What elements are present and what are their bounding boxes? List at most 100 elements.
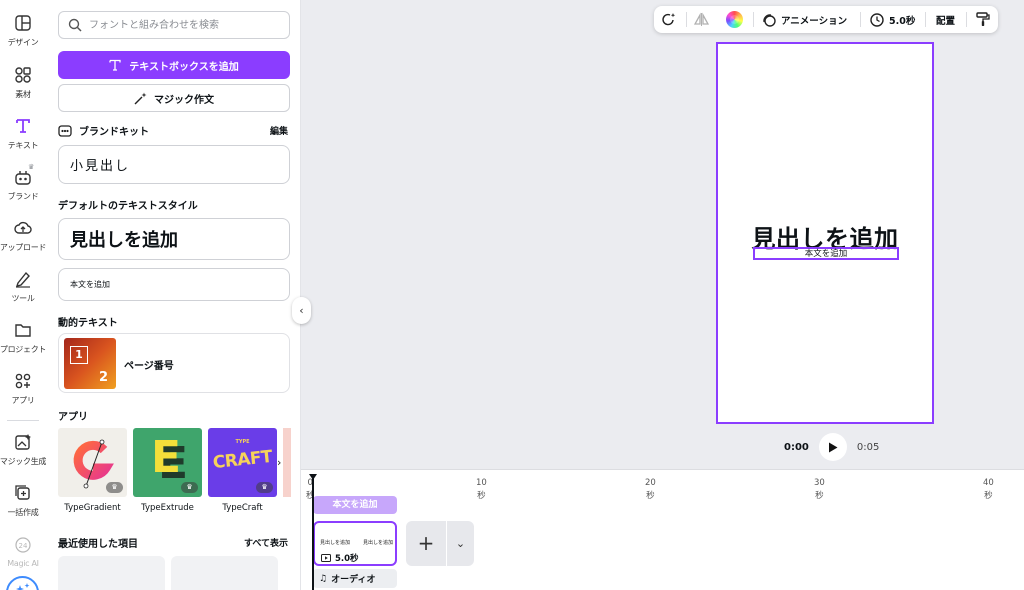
- add-heading-style[interactable]: 見出しを追加: [58, 218, 290, 260]
- toolbar-divider: [686, 12, 687, 27]
- page-number-thumbnail: 1 2: [64, 338, 116, 389]
- app-name: TypeExtrude: [141, 503, 194, 513]
- typecraft-word: CRAFT: [211, 446, 274, 474]
- page-options-button[interactable]: ⌄: [447, 521, 474, 566]
- app-typeextrude[interactable]: E E ♛ TypeExtrude: [133, 428, 202, 513]
- music-note-icon: ♫: [319, 573, 328, 584]
- play-button[interactable]: [818, 433, 847, 461]
- audio-track[interactable]: ♫ オーディオ: [313, 569, 397, 588]
- current-time: 0:00: [784, 441, 809, 453]
- font-search-input[interactable]: [89, 16, 279, 34]
- folder-icon: [15, 324, 31, 337]
- sidebar-item-label: 素材: [15, 90, 31, 99]
- chevron-right-icon[interactable]: ›: [277, 456, 281, 469]
- text-track[interactable]: 本文を追加: [313, 496, 397, 514]
- page-number-label: ページ番号: [124, 361, 174, 372]
- crown-icon: ♛: [28, 163, 35, 171]
- sidebar-item-text[interactable]: テキスト: [0, 117, 46, 151]
- sidebar-item-tools[interactable]: ツール: [0, 270, 46, 304]
- clip-mini-heading: 見出しを追加: [320, 540, 351, 546]
- sidebar-item-magic-media[interactable]: マジック生成: [0, 433, 46, 467]
- typecraft-badge-text: TYPE: [235, 439, 250, 445]
- color-wheel-icon: [726, 11, 743, 28]
- duration-button[interactable]: 5.0秒: [870, 6, 915, 33]
- sidebar-item-label: Magic AI: [7, 559, 39, 568]
- apps-icon: [15, 373, 31, 389]
- text-icon: [109, 59, 121, 71]
- typegradient-thumbnail: ♛: [58, 428, 127, 497]
- sidebar-item-projects[interactable]: プロジェクト: [0, 321, 46, 355]
- sidebar-item-label: ブランド: [7, 192, 39, 201]
- toolbar-divider: [860, 12, 861, 27]
- canvas-body-text[interactable]: 本文を追加: [753, 247, 899, 260]
- page-number-option[interactable]: 1 2 ページ番号: [58, 333, 290, 393]
- refresh-sparkle-icon: [662, 13, 676, 26]
- design-page[interactable]: 見出しを追加 本文を追加: [716, 42, 934, 424]
- brand-kit-edit-link[interactable]: 編集: [270, 124, 288, 137]
- magic-wand-icon: [134, 92, 147, 104]
- copy-style-button[interactable]: [976, 6, 990, 33]
- playback-controls: 0:00 0:05: [784, 432, 879, 462]
- pen-tool-icon: [15, 271, 30, 288]
- app-typecraft[interactable]: TYPE CRAFT ♛ TypeCraft: [208, 428, 277, 513]
- sidebar-item-bulk-create[interactable]: 一括作成: [0, 484, 46, 518]
- bulk-create-icon: [15, 485, 30, 500]
- add-textbox-label: テキストボックスを追加: [129, 61, 239, 73]
- sidebar-item-brand[interactable]: ♛ ブランド: [0, 163, 46, 202]
- recent-item[interactable]: [58, 556, 165, 590]
- clip-duration-label: 5.0秒: [335, 554, 359, 564]
- dynamic-text-title: 動的テキスト: [58, 318, 118, 329]
- timeline-tick: 40 秒: [983, 478, 994, 501]
- position-button[interactable]: 配置: [936, 6, 955, 33]
- add-body-style[interactable]: 本文を追加: [58, 268, 290, 301]
- recent-item[interactable]: [171, 556, 278, 590]
- collapse-panel-button[interactable]: ‹: [292, 297, 311, 324]
- shapes-icon: [15, 67, 31, 83]
- add-textbox-button[interactable]: テキストボックスを追加: [58, 51, 290, 79]
- regenerate-button[interactable]: [661, 6, 676, 33]
- total-time: 0:05: [856, 441, 880, 453]
- sidebar-item-elements[interactable]: 素材: [0, 66, 46, 100]
- floating-toolbar: アニメーション 5.0秒 配置: [654, 6, 998, 33]
- magic-write-label: マジック作文: [154, 94, 214, 106]
- playhead[interactable]: [309, 474, 317, 590]
- audio-label: オーディオ: [331, 575, 376, 585]
- chevron-left-icon: ‹: [299, 304, 304, 317]
- flip-icon: [694, 12, 709, 26]
- add-page-button[interactable]: +: [406, 521, 446, 566]
- animation-button[interactable]: アニメーション: [762, 6, 847, 33]
- see-all-link[interactable]: すべて表示: [244, 536, 288, 549]
- font-search-box[interactable]: [58, 11, 290, 39]
- sidebar-item-design[interactable]: デザイン: [0, 14, 46, 48]
- rail-divider: [7, 420, 39, 421]
- brand-subheading-style[interactable]: 小見出し: [58, 145, 290, 184]
- clip-mini-heading: 見出しを追加: [363, 540, 394, 546]
- timeline-tick: 30 秒: [814, 478, 825, 501]
- flip-button[interactable]: [694, 6, 709, 33]
- sidebar-item-upload[interactable]: アップロード: [0, 219, 46, 253]
- app-peek-thumbnail: [283, 428, 291, 497]
- typeextrude-thumbnail: E E ♛: [133, 428, 202, 497]
- text-icon: [16, 119, 30, 133]
- crown-icon: ♛: [256, 482, 273, 493]
- page-clip[interactable]: 見出しを追加 見出しを追加 5.0秒: [313, 521, 397, 566]
- position-label: 配置: [936, 15, 956, 27]
- layout-icon: [15, 15, 31, 31]
- chevron-down-icon: ⌄: [455, 537, 466, 550]
- magic-image-icon: [15, 434, 31, 450]
- color-button[interactable]: [726, 6, 743, 33]
- magic-write-button[interactable]: マジック作文: [58, 84, 290, 112]
- app-name: TypeCraft: [222, 503, 263, 513]
- clock-icon: [870, 12, 884, 27]
- app-typegradient[interactable]: ♛ TypeGradient: [58, 428, 127, 513]
- timeline-tick: 10 秒: [476, 478, 487, 501]
- crown-icon: ♛: [181, 482, 198, 493]
- toolbar-divider: [925, 12, 926, 27]
- magic-assistant-button[interactable]: [6, 576, 39, 590]
- add-heading-text: 見出しを追加: [70, 230, 178, 251]
- timeline: 0秒 10 秒 20 秒 30 秒 40 秒 本文を追加 見出しを追加 見出しを追加 5…: [301, 469, 1024, 590]
- sidebar-item-magic-ai[interactable]: 24 Magic AI: [0, 536, 46, 568]
- brand-kit-icon: [58, 124, 72, 137]
- sidebar-item-apps[interactable]: アプリ: [0, 372, 46, 406]
- animation-icon: [763, 13, 776, 27]
